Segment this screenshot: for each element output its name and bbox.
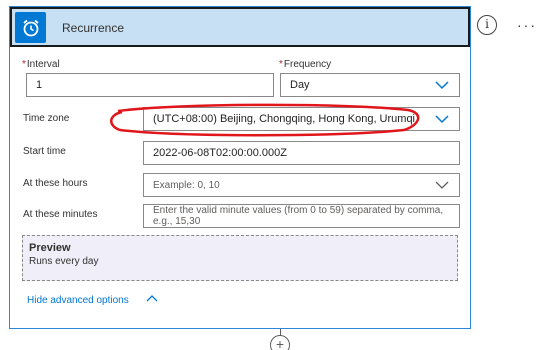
frequency-select[interactable]: Day	[280, 73, 460, 97]
start-time-input[interactable]: 2022-06-08T02:00:00.000Z	[143, 141, 460, 165]
info-button[interactable]: i	[477, 15, 497, 35]
recurrence-card: Recurrence *Interval 1 *Frequency Day Ti…	[9, 6, 471, 329]
card-header[interactable]: Recurrence	[10, 7, 470, 47]
start-time-label: Start time	[23, 146, 66, 157]
more-options-button[interactable]: ···	[517, 17, 537, 33]
timezone-label: Time zone	[23, 113, 70, 124]
hours-label: At these hours	[23, 178, 88, 189]
interval-input[interactable]: 1	[26, 73, 274, 97]
chevron-down-icon	[435, 181, 449, 189]
interval-label: *Interval	[22, 59, 60, 70]
chevron-down-icon	[435, 115, 449, 124]
minutes-label: At these minutes	[23, 209, 98, 220]
frequency-label: *Frequency	[279, 59, 332, 70]
chevron-up-icon[interactable]	[146, 294, 158, 304]
alarm-clock-icon	[15, 12, 46, 43]
preview-box: Preview Runs every day	[22, 235, 458, 281]
add-step-button[interactable]: +	[270, 335, 290, 350]
preview-text: Runs every day	[29, 256, 99, 267]
chevron-down-icon	[435, 81, 449, 90]
preview-title: Preview	[29, 242, 71, 254]
hours-select[interactable]: Example: 0, 10	[143, 173, 460, 197]
card-title: Recurrence	[62, 21, 125, 35]
hide-advanced-options-link[interactable]: Hide advanced options	[27, 295, 129, 306]
minutes-input[interactable]: Enter the valid minute values (from 0 to…	[143, 204, 460, 228]
timezone-select[interactable]: (UTC+08:00) Beijing, Chongqing, Hong Kon…	[143, 107, 460, 131]
